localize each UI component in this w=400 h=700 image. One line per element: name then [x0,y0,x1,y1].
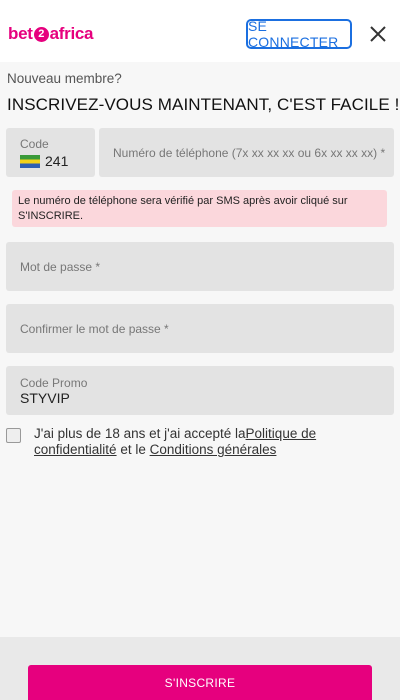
logo-text-bet: bet [8,24,33,43]
header: bet 2 africa SE CONNECTER [0,0,400,62]
password-input[interactable]: Mot de passe * [6,242,394,291]
country-code-select[interactable]: Code 241 [6,128,95,177]
logo[interactable]: bet 2 africa [8,24,93,44]
terms-middle: et le [116,442,150,457]
register-button[interactable]: S'INSCRIRE [28,665,372,700]
country-code-value-wrap: 241 [20,153,68,169]
country-code-label: Code [20,137,49,151]
terms-row: J'ai plus de 18 ans et j'ai accepté laPo… [6,426,394,462]
promo-code-label: Code Promo [20,376,88,390]
terms-conditions-link[interactable]: Conditions générales [150,442,277,457]
logo-two-badge: 2 [33,26,49,42]
login-button[interactable]: SE CONNECTER [246,18,352,50]
confirm-password-input[interactable]: Confirmer le mot de passe * [6,304,394,353]
page-title: INSCRIVEZ-VOUS MAINTENANT, C'EST FACILE … [7,95,400,114]
promo-code-value: STYVIP [20,390,70,406]
country-code-value: 241 [45,153,69,169]
phone-placeholder: Numéro de téléphone (7x xx xx xx ou 6x x… [113,146,386,160]
logo-text-africa: africa [49,24,94,43]
terms-prefix: J'ai plus de 18 ans et j'ai accepté la [34,426,246,441]
terms-text: J'ai plus de 18 ans et j'ai accepté laPo… [34,426,334,458]
password-placeholder: Mot de passe * [20,260,101,274]
gabon-flag-icon [20,154,40,168]
confirm-password-placeholder: Confirmer le mot de passe * [20,322,169,336]
close-icon[interactable] [368,24,388,44]
sms-verification-notice: Le numéro de téléphone sera vérifié par … [12,190,387,227]
phone-input[interactable]: Numéro de téléphone (7x xx xx xx ou 6x x… [99,128,394,177]
terms-checkbox[interactable] [6,428,21,443]
page-subtitle: Nouveau membre? [7,71,122,86]
promo-code-input[interactable]: Code Promo STYVIP [6,366,394,415]
